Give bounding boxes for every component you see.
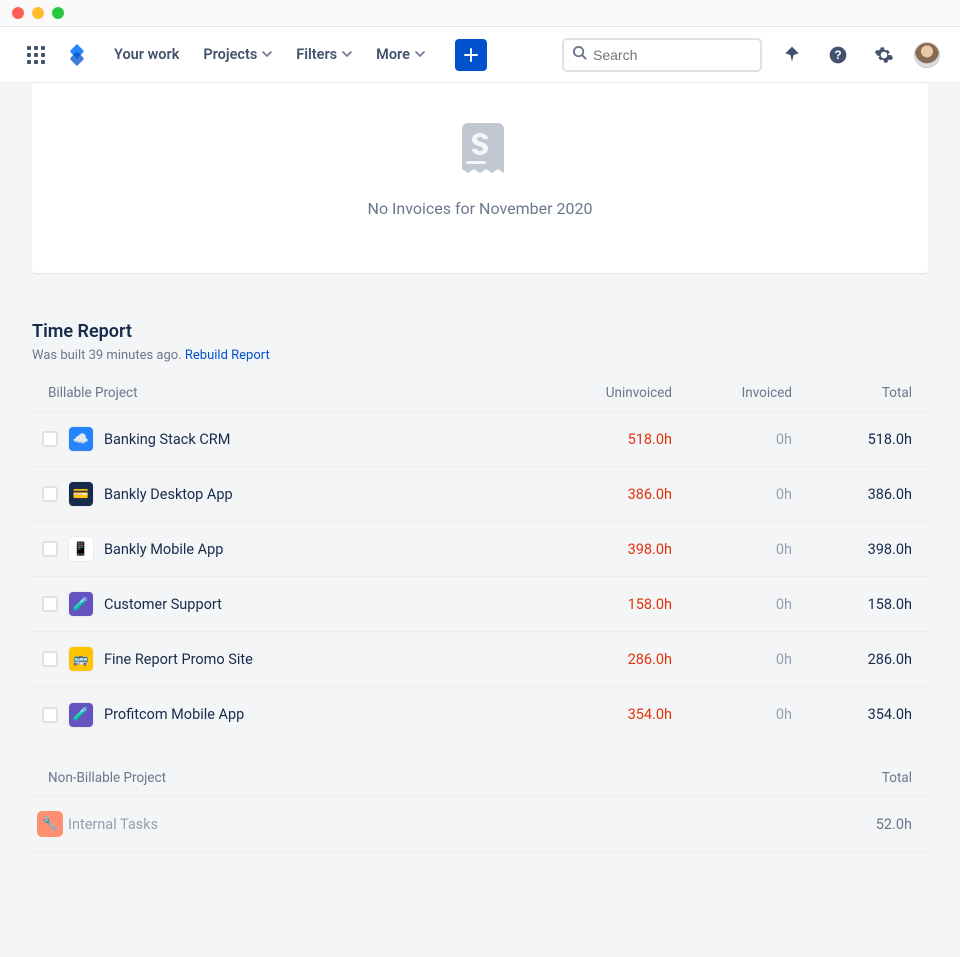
col-project: Non-Billable Project: [32, 770, 808, 786]
invoiced-hours: 0h: [688, 651, 808, 668]
total-hours: 52.0h: [808, 816, 928, 833]
table-row[interactable]: 📱Bankly Mobile App398.0h0h398.0h: [32, 522, 928, 577]
project-icon: 🧪: [68, 591, 94, 617]
project-icon: 💳: [68, 481, 94, 507]
col-total: Total: [808, 385, 928, 401]
jira-logo-icon[interactable]: [66, 44, 88, 66]
project-name: Internal Tasks: [68, 816, 808, 833]
project-icon: 🚌: [68, 646, 94, 672]
rebuild-report-link[interactable]: Rebuild Report: [185, 348, 270, 363]
menu-label: Your work: [114, 46, 179, 63]
invoiced-hours: 0h: [688, 431, 808, 448]
row-checkbox[interactable]: [42, 651, 58, 667]
invoiced-hours: 0h: [688, 706, 808, 723]
search-input[interactable]: [593, 47, 752, 63]
uninvoiced-hours: 158.0h: [568, 596, 688, 613]
invoices-empty-card: No Invoices for November 2020: [32, 83, 928, 273]
table-header: Billable Project Uninvoiced Invoiced Tot…: [32, 385, 928, 412]
uninvoiced-hours: 398.0h: [568, 541, 688, 558]
window-titlebar: [0, 0, 960, 27]
menu-filters[interactable]: Filters: [296, 46, 352, 63]
menu-label: Projects: [203, 46, 257, 63]
menu-projects[interactable]: Projects: [203, 46, 272, 63]
chevron-down-icon: [262, 46, 272, 63]
invoiced-hours: 0h: [688, 596, 808, 613]
svg-text:?: ?: [834, 49, 841, 62]
table-row[interactable]: ☁️Banking Stack CRM518.0h0h518.0h: [32, 412, 928, 467]
window-maximize-dot[interactable]: [52, 7, 64, 19]
row-checkbox[interactable]: [42, 541, 58, 557]
col-total: Total: [808, 770, 928, 786]
nonbillable-projects-table: Non-Billable Project Total 🔧 Internal Tas…: [32, 770, 928, 852]
table-row[interactable]: 🧪Customer Support158.0h0h158.0h: [32, 577, 928, 632]
row-checkbox[interactable]: [42, 486, 58, 502]
table-row[interactable]: 🧪Profitcom Mobile App354.0h0h354.0h: [32, 687, 928, 742]
project-name: Profitcom Mobile App: [104, 706, 568, 723]
section-title: Time Report: [32, 321, 928, 342]
menu-label: More: [376, 46, 410, 63]
total-hours: 158.0h: [808, 596, 928, 613]
row-checkbox[interactable]: [42, 596, 58, 612]
table-row[interactable]: 💳Bankly Desktop App386.0h0h386.0h: [32, 467, 928, 522]
billable-projects-table: Billable Project Uninvoiced Invoiced Tot…: [32, 385, 928, 742]
table-row[interactable]: 🔧 Internal Tasks52.0h: [32, 797, 928, 852]
project-name: Customer Support: [104, 596, 568, 613]
time-report-section: Time Report Was built 39 minutes ago. Re…: [32, 321, 928, 852]
col-project: Billable Project: [32, 385, 568, 401]
total-hours: 518.0h: [808, 431, 928, 448]
invoiced-hours: 0h: [688, 486, 808, 503]
total-hours: 398.0h: [808, 541, 928, 558]
table-header: Non-Billable Project Total: [32, 770, 928, 797]
uninvoiced-hours: 386.0h: [568, 486, 688, 503]
primary-menu: Your work Projects Filters More: [114, 39, 487, 71]
total-hours: 286.0h: [808, 651, 928, 668]
chevron-down-icon: [415, 46, 425, 63]
project-icon: ☁️: [68, 426, 94, 452]
help-icon[interactable]: ?: [822, 39, 854, 71]
project-name: Bankly Desktop App: [104, 486, 568, 503]
search-icon: [572, 45, 587, 64]
col-invoiced: Invoiced: [688, 385, 808, 401]
uninvoiced-hours: 354.0h: [568, 706, 688, 723]
row-checkbox[interactable]: [42, 707, 58, 723]
row-checkbox[interactable]: [42, 431, 58, 447]
menu-your-work[interactable]: Your work: [114, 46, 179, 63]
app-switcher-icon[interactable]: [20, 39, 52, 71]
project-name: Banking Stack CRM: [104, 431, 568, 448]
receipt-icon: [456, 123, 504, 183]
notifications-icon[interactable]: [776, 39, 808, 71]
chevron-down-icon: [342, 46, 352, 63]
menu-label: Filters: [296, 46, 337, 63]
project-icon: 📱: [68, 536, 94, 562]
menu-more[interactable]: More: [376, 46, 425, 63]
uninvoiced-hours: 518.0h: [568, 431, 688, 448]
uninvoiced-hours: 286.0h: [568, 651, 688, 668]
project-icon: 🧪: [68, 702, 94, 728]
project-icon: 🔧: [37, 811, 63, 837]
profile-avatar[interactable]: [914, 42, 940, 68]
window-close-dot[interactable]: [12, 7, 24, 19]
col-uninvoiced: Uninvoiced: [568, 385, 688, 401]
project-name: Bankly Mobile App: [104, 541, 568, 558]
search-input-wrapper[interactable]: [562, 38, 762, 72]
built-text: Was built 39 minutes ago.: [32, 348, 182, 363]
top-navigation: Your work Projects Filters More: [0, 27, 960, 83]
total-hours: 354.0h: [808, 706, 928, 723]
total-hours: 386.0h: [808, 486, 928, 503]
project-name: Fine Report Promo Site: [104, 651, 568, 668]
invoiced-hours: 0h: [688, 541, 808, 558]
section-subtitle: Was built 39 minutes ago. Rebuild Report: [32, 348, 928, 363]
window-minimize-dot[interactable]: [32, 7, 44, 19]
empty-state-message: No Invoices for November 2020: [368, 199, 593, 218]
table-row[interactable]: 🚌Fine Report Promo Site286.0h0h286.0h: [32, 632, 928, 687]
create-button[interactable]: [455, 39, 487, 71]
settings-icon[interactable]: [868, 39, 900, 71]
